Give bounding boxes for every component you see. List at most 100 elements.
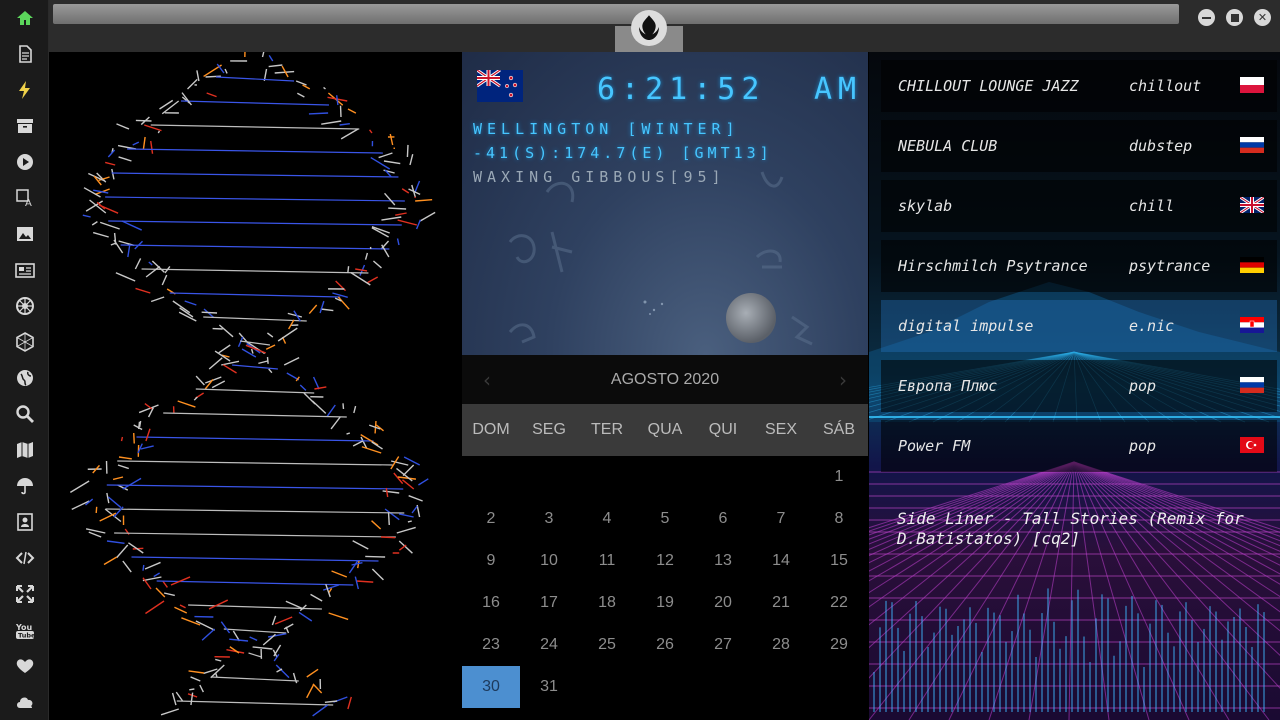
image-icon[interactable] bbox=[12, 221, 38, 247]
archive-icon[interactable] bbox=[12, 113, 38, 139]
radio-station-row[interactable]: digital impulse e.nic bbox=[881, 300, 1277, 352]
calendar-day[interactable]: 22 bbox=[810, 582, 868, 624]
clock-time: 6:21:52 bbox=[597, 72, 766, 107]
dna-bond bbox=[115, 272, 136, 282]
calendar-day[interactable]: 8 bbox=[810, 498, 868, 540]
calendar-day[interactable]: 13 bbox=[694, 540, 752, 582]
radio-station-row[interactable]: Hirschmilch Psytrance psytrance bbox=[881, 240, 1277, 292]
calendar-day[interactable]: 31 bbox=[520, 666, 578, 708]
calendar-day[interactable]: 1 bbox=[810, 456, 868, 498]
dna-bond bbox=[122, 477, 142, 490]
dna-bond bbox=[103, 556, 118, 566]
document-icon[interactable] bbox=[12, 41, 38, 67]
spectrum-bar bbox=[891, 602, 893, 712]
dna-bond bbox=[398, 513, 414, 518]
globe-icon[interactable] bbox=[12, 365, 38, 391]
dna-bond bbox=[96, 201, 106, 210]
calendar-day[interactable]: 12 bbox=[636, 540, 694, 582]
umbrella-icon[interactable] bbox=[12, 473, 38, 499]
map-icon[interactable] bbox=[12, 437, 38, 463]
calendar-day[interactable]: 2 bbox=[462, 498, 520, 540]
spectrum-bar bbox=[945, 608, 947, 712]
calendar-day[interactable]: 27 bbox=[694, 624, 752, 666]
next-month-button[interactable]: › bbox=[828, 365, 858, 395]
dna-bond bbox=[352, 540, 369, 550]
rebel-alliance-icon[interactable] bbox=[631, 10, 667, 46]
calendar-day[interactable]: 7 bbox=[752, 498, 810, 540]
calendar-day[interactable]: 5 bbox=[636, 498, 694, 540]
radio-station-row[interactable]: skylab chill bbox=[881, 180, 1277, 232]
calendar-day[interactable]: 25 bbox=[578, 624, 636, 666]
code-icon[interactable] bbox=[12, 545, 38, 571]
spectrum-bar bbox=[1059, 648, 1061, 712]
calendar-day[interactable]: 3 bbox=[520, 498, 578, 540]
calendar-day-empty bbox=[636, 456, 694, 498]
calendar-day[interactable]: 10 bbox=[520, 540, 578, 582]
dna-bond bbox=[135, 287, 151, 294]
calendar-day[interactable]: 6 bbox=[694, 498, 752, 540]
dna-bond bbox=[172, 300, 191, 314]
bolt-icon[interactable] bbox=[12, 77, 38, 103]
calendar-day[interactable]: 29 bbox=[810, 624, 868, 666]
dna-bond bbox=[157, 130, 161, 134]
cloud-icon[interactable] bbox=[12, 689, 38, 715]
russia-flag bbox=[1240, 377, 1264, 393]
spectrum-bar bbox=[1113, 655, 1115, 712]
play-icon[interactable] bbox=[12, 149, 38, 175]
calendar-day[interactable]: 15 bbox=[810, 540, 868, 582]
dna-bond bbox=[163, 592, 175, 597]
calendar-day-empty bbox=[520, 456, 578, 498]
spectrum-bar bbox=[921, 616, 923, 712]
calendar-day[interactable]: 9 bbox=[462, 540, 520, 582]
search-icon[interactable] bbox=[12, 401, 38, 427]
calendar-day[interactable]: 24 bbox=[520, 624, 578, 666]
dna-bond bbox=[171, 692, 177, 706]
calendar-day[interactable]: 19 bbox=[636, 582, 694, 624]
dna-base-pair bbox=[240, 340, 270, 346]
radio-station-row[interactable]: Power FM pop bbox=[881, 420, 1277, 472]
calendar-day[interactable]: 18 bbox=[578, 582, 636, 624]
empire-icon[interactable] bbox=[12, 293, 38, 319]
calendar-day[interactable]: 28 bbox=[752, 624, 810, 666]
spectrum-bar bbox=[879, 627, 881, 712]
calendar-day[interactable]: 23 bbox=[462, 624, 520, 666]
spectrum-bar bbox=[1167, 632, 1169, 712]
dna-bond bbox=[83, 187, 101, 198]
dna-bond bbox=[112, 476, 124, 481]
translate-icon[interactable]: A bbox=[12, 185, 38, 211]
minimize-icon[interactable] bbox=[1198, 9, 1215, 26]
dna-base-pair bbox=[215, 76, 295, 82]
radio-station-row[interactable]: Европа Плюс pop bbox=[881, 360, 1277, 412]
maximize-icon[interactable] bbox=[1226, 9, 1243, 26]
close-icon[interactable]: ✕ bbox=[1254, 9, 1271, 26]
calendar-day[interactable]: 11 bbox=[578, 540, 636, 582]
radio-station-row[interactable]: NEBULA CLUB dubstep bbox=[881, 120, 1277, 172]
calendar-day[interactable]: 21 bbox=[752, 582, 810, 624]
home-icon[interactable] bbox=[12, 5, 38, 31]
radio-station-row[interactable]: CHILLOUT LOUNGE JAZZ chillout bbox=[881, 60, 1277, 112]
calendar-day[interactable]: 14 bbox=[752, 540, 810, 582]
youtube-icon[interactable]: You Tube bbox=[12, 617, 38, 643]
calendar-day-today[interactable]: 30 bbox=[462, 666, 520, 708]
calendar-day[interactable]: 17 bbox=[520, 582, 578, 624]
address-bar[interactable] bbox=[53, 4, 1179, 24]
contacts-icon[interactable] bbox=[12, 509, 38, 535]
calendar-day-empty bbox=[694, 456, 752, 498]
station-name: digital impulse bbox=[898, 317, 1034, 335]
newspaper-icon[interactable] bbox=[12, 257, 38, 283]
dna-bond bbox=[295, 80, 307, 86]
calendar-day[interactable]: 4 bbox=[578, 498, 636, 540]
calendar-day[interactable]: 16 bbox=[462, 582, 520, 624]
hexagon-icon[interactable] bbox=[12, 329, 38, 355]
calendar-day[interactable]: 26 bbox=[636, 624, 694, 666]
spectrum-bar bbox=[1155, 600, 1157, 712]
dna-bond bbox=[266, 356, 269, 364]
heart-icon[interactable] bbox=[12, 653, 38, 679]
dna-bond bbox=[211, 380, 226, 389]
expand-icon[interactable] bbox=[12, 581, 38, 607]
uk-flag bbox=[1240, 197, 1264, 213]
calendar-day[interactable]: 20 bbox=[694, 582, 752, 624]
dna-bond bbox=[268, 368, 273, 374]
dna-bond bbox=[381, 244, 390, 258]
dna-bond bbox=[145, 600, 165, 615]
